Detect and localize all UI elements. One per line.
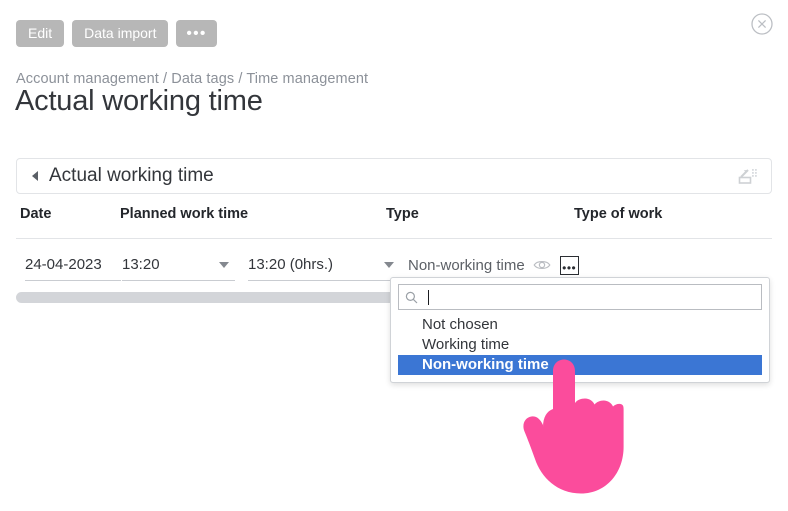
page-title: Actual working time (15, 85, 263, 117)
ellipsis-icon: ••• (562, 260, 577, 275)
dropdown-option-list: Not chosen Working time Non-working time (398, 315, 762, 375)
data-import-button[interactable]: Data import (72, 20, 169, 47)
planned-start-select[interactable]: 13:20 (122, 249, 235, 281)
close-icon[interactable] (750, 12, 774, 36)
table-header: Date Planned work time Type Type of work (16, 206, 772, 230)
planned-start-value: 13:20 (122, 256, 160, 273)
type-dropdown-popup: Not chosen Working time Non-working time (390, 277, 770, 383)
more-actions-button[interactable]: ••• (176, 20, 217, 47)
resize-handle-icon[interactable] (735, 164, 761, 188)
chevron-down-icon[interactable] (219, 261, 229, 268)
eye-icon[interactable] (533, 258, 551, 272)
text-caret (428, 289, 429, 305)
chevron-down-icon[interactable] (32, 171, 38, 181)
dropdown-option-not-chosen[interactable]: Not chosen (398, 315, 762, 335)
column-header-type-of-work: Type of work (574, 206, 663, 222)
type-value: Non-working time (408, 256, 525, 274)
column-header-date: Date (20, 206, 52, 222)
dropdown-option-working-time[interactable]: Working time (398, 335, 762, 355)
type-options-button[interactable]: ••• (559, 255, 579, 275)
column-header-planned-work-time: Planned work time (120, 206, 249, 222)
planned-end-select[interactable]: 13:20 (0hrs.) (248, 249, 400, 281)
search-icon (405, 291, 418, 304)
chevron-down-icon[interactable] (384, 261, 394, 268)
date-value: 24-04-2023 (25, 256, 102, 273)
cell-planned-start: 13:20 (122, 248, 235, 282)
planned-end-value: 13:20 (0hrs.) (248, 256, 334, 273)
top-toolbar: Edit Data import ••• (16, 20, 217, 47)
cell-planned-end: 13:20 (0hrs.) (248, 248, 400, 282)
section-title: Actual working time (49, 165, 214, 186)
edit-button[interactable]: Edit (16, 20, 65, 47)
column-header-type: Type (386, 206, 419, 222)
header-divider (16, 238, 772, 239)
dropdown-search-box[interactable] (398, 284, 762, 310)
dropdown-option-non-working-time[interactable]: Non-working time (398, 355, 762, 375)
cell-date: 24-04-2023 (25, 248, 121, 282)
date-field[interactable]: 24-04-2023 (25, 249, 121, 281)
app-window: Edit Data import ••• Account management … (0, 0, 788, 511)
section-header-actual-working-time[interactable]: Actual working time (16, 158, 772, 194)
